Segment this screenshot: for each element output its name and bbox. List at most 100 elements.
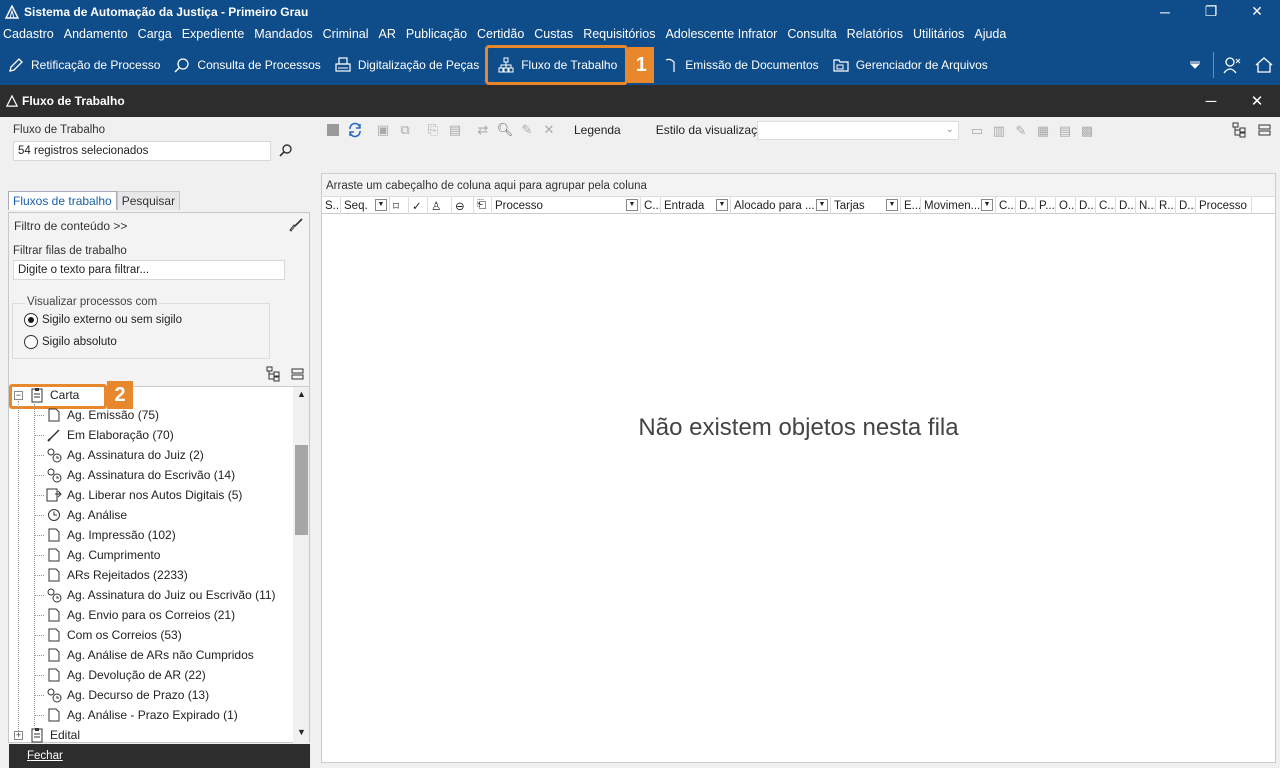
toolbar-action-icon[interactable]: ▤ bbox=[444, 119, 466, 141]
column-header[interactable]: D... bbox=[1016, 197, 1036, 214]
menu-adolescente-infrator[interactable]: Adolescente Infrator bbox=[665, 27, 777, 41]
filtrar-filas-input[interactable]: Digite o texto para filtrar... bbox=[13, 260, 285, 280]
column-header[interactable]: O... bbox=[1056, 197, 1076, 214]
column-header-alocado[interactable]: Alocado para ... ▼ bbox=[731, 197, 831, 214]
restore-button[interactable]: ❐ bbox=[1188, 0, 1234, 23]
bookmark-column-icon[interactable]: ⌑ bbox=[390, 197, 409, 214]
consulta-processos-button[interactable]: Consulta de Processos bbox=[166, 47, 326, 83]
toolbar-search-icon[interactable]: 🔍︎ bbox=[494, 119, 516, 141]
gerenciador-arquivos-button[interactable]: Gerenciador de Arquivos bbox=[825, 47, 994, 83]
menu-ar[interactable]: AR bbox=[379, 27, 396, 41]
column-header-entrada[interactable]: Entrada ▼ bbox=[661, 197, 731, 214]
filter-dropdown-icon[interactable]: ▼ bbox=[375, 199, 387, 211]
stop-icon[interactable] bbox=[322, 119, 344, 141]
toolbar-action-icon[interactable]: ⇄ bbox=[472, 119, 494, 141]
tree-item[interactable]: ARs Rejeitados (2233) bbox=[46, 565, 188, 585]
users-column-icon[interactable]: ♙ bbox=[428, 197, 452, 214]
fluxo-selection-field[interactable]: 54 registros selecionados bbox=[13, 141, 271, 161]
tree-item[interactable]: Ag. Liberar nos Autos Digitais (5) bbox=[46, 485, 242, 505]
column-header[interactable]: P... bbox=[1036, 197, 1056, 214]
retificacao-button[interactable]: Retificação de Processo bbox=[0, 47, 166, 83]
tree-item[interactable]: Ag. Assinatura do Escrivão (14) bbox=[46, 465, 235, 485]
column-header[interactable]: R... bbox=[1156, 197, 1176, 214]
emissao-documentos-button[interactable]: Emissão de Documentos bbox=[654, 47, 824, 83]
tree-item[interactable]: Ag. Emissão (75) bbox=[46, 405, 159, 425]
radio-sigilo-absoluto-circle[interactable] bbox=[24, 335, 38, 349]
radio-sigilo-externo[interactable]: Sigilo externo ou sem sigilo bbox=[24, 313, 182, 327]
link-column-icon[interactable]: ⊖ bbox=[452, 197, 474, 214]
column-header[interactable]: D... bbox=[1176, 197, 1196, 214]
tree-scroll-thumb[interactable] bbox=[295, 445, 308, 535]
menu-andamento[interactable]: Andamento bbox=[64, 27, 128, 41]
tree-item[interactable]: Ag. Análise de ARs não Cumpridos bbox=[46, 645, 254, 665]
tree-view-icon[interactable] bbox=[1232, 122, 1250, 141]
save-icon[interactable]: ▭ bbox=[966, 120, 988, 142]
filter-dropdown-icon[interactable]: ▼ bbox=[981, 199, 993, 211]
toolbar-action-icon[interactable]: ▤ bbox=[1054, 120, 1076, 142]
tree-item-edital[interactable]: Edital bbox=[29, 725, 80, 745]
column-header[interactable]: C... bbox=[1096, 197, 1116, 214]
tree-item[interactable]: Ag. Devolução de AR (22) bbox=[46, 665, 206, 685]
column-header[interactable]: D... bbox=[1116, 197, 1136, 214]
column-header-movimento[interactable]: Movimen... ▼ bbox=[921, 197, 996, 214]
menu-requisitorios[interactable]: Requisitórios bbox=[583, 27, 655, 41]
filter-dropdown-icon[interactable]: ▼ bbox=[626, 199, 638, 211]
column-header[interactable]: E... bbox=[901, 197, 921, 214]
subwindow-minimize-button[interactable]: ─ bbox=[1188, 85, 1234, 117]
tree-item[interactable]: Ag. Impressão (102) bbox=[46, 525, 176, 545]
fechar-button[interactable]: Fechar bbox=[9, 744, 310, 768]
check-column-icon[interactable]: ✓ bbox=[409, 197, 428, 214]
tree-scrollbar[interactable]: ▲ ▼ bbox=[293, 387, 309, 743]
fluxo-trabalho-button[interactable]: Fluxo de Trabalho bbox=[485, 45, 629, 85]
subwindow-close-button[interactable]: ✕ bbox=[1234, 85, 1280, 117]
tree-collapse-all-icon[interactable] bbox=[291, 367, 305, 384]
scroll-up-icon[interactable]: ▲ bbox=[297, 389, 306, 399]
column-header[interactable]: C... bbox=[996, 197, 1016, 214]
tree-item[interactable]: Ag. Assinatura do Juiz (2) bbox=[46, 445, 204, 465]
edit-icon[interactable]: ✎ bbox=[1010, 120, 1032, 142]
column-header[interactable]: Seq. ▼ bbox=[341, 197, 390, 214]
menu-certidao[interactable]: Certidão bbox=[477, 27, 524, 41]
toolbar-action-icon[interactable]: ▣ bbox=[372, 119, 394, 141]
tree-item[interactable]: Ag. Análise bbox=[46, 505, 127, 525]
close-button[interactable]: ✕ bbox=[1234, 0, 1280, 23]
menu-carga[interactable]: Carga bbox=[138, 27, 172, 41]
legenda-button[interactable]: Legenda bbox=[574, 123, 621, 137]
toolbar-action-icon[interactable]: ⎘ bbox=[422, 119, 444, 141]
column-header[interactable]: N... bbox=[1136, 197, 1156, 214]
tree-item[interactable]: Ag. Assinatura do Juiz ou Escrivão (11) bbox=[46, 585, 276, 605]
delete-icon[interactable]: ▥ bbox=[988, 120, 1010, 142]
menu-ajuda[interactable]: Ajuda bbox=[974, 27, 1006, 41]
brush-icon[interactable] bbox=[288, 217, 304, 236]
menu-publicacao[interactable]: Publicação bbox=[406, 27, 467, 41]
filter-dropdown-icon[interactable]: ▼ bbox=[716, 199, 728, 211]
filter-dropdown-icon[interactable]: ▼ bbox=[816, 199, 828, 211]
tree-item[interactable]: Ag. Decurso de Prazo (13) bbox=[46, 685, 209, 705]
tree-item[interactable]: Ag. Cumprimento bbox=[46, 545, 160, 565]
menu-custas[interactable]: Custas bbox=[534, 27, 573, 41]
menu-utilitarios[interactable]: Utilitários bbox=[913, 27, 964, 41]
minimize-button[interactable]: ─ bbox=[1142, 0, 1188, 23]
home-icon[interactable] bbox=[1248, 45, 1280, 85]
tree-item[interactable]: Ag. Envio para os Correios (21) bbox=[46, 605, 235, 625]
menu-cadastro[interactable]: Cadastro bbox=[3, 27, 54, 41]
radio-sigilo-absoluto[interactable]: Sigilo absoluto bbox=[24, 335, 117, 349]
toolbar-action-icon[interactable]: ▩ bbox=[1076, 120, 1098, 142]
tree-item[interactable]: Em Elaboração (70) bbox=[46, 425, 174, 445]
tree-item[interactable]: Com os Correios (53) bbox=[46, 625, 182, 645]
refresh-icon[interactable] bbox=[344, 119, 366, 141]
toolbar-dropdown-icon[interactable] bbox=[1179, 45, 1211, 85]
menu-expediente[interactable]: Expediente bbox=[182, 27, 245, 41]
scroll-down-icon[interactable]: ▼ bbox=[297, 727, 306, 737]
estilo-visualizacao-select[interactable]: ⌄ bbox=[757, 121, 959, 140]
filtro-conteudo-toggle[interactable]: Filtro de conteúdo >> bbox=[14, 219, 127, 233]
toolbar-action-icon[interactable]: ✎ bbox=[516, 119, 538, 141]
tab-fluxos-trabalho[interactable]: Fluxos de trabalho bbox=[8, 191, 117, 210]
column-header[interactable]: Processo bbox=[1196, 197, 1252, 214]
tree-item[interactable]: Ag. Análise - Prazo Expirado (1) bbox=[46, 705, 238, 725]
toolbar-action-icon[interactable]: ▦ bbox=[1032, 120, 1054, 142]
toolbar-action-icon[interactable]: ✕ bbox=[538, 119, 560, 141]
digitalizacao-button[interactable]: Digitalização de Peças bbox=[327, 47, 485, 83]
search-flow-icon[interactable] bbox=[278, 143, 294, 162]
menu-relatorios[interactable]: Relatórios bbox=[847, 27, 903, 41]
